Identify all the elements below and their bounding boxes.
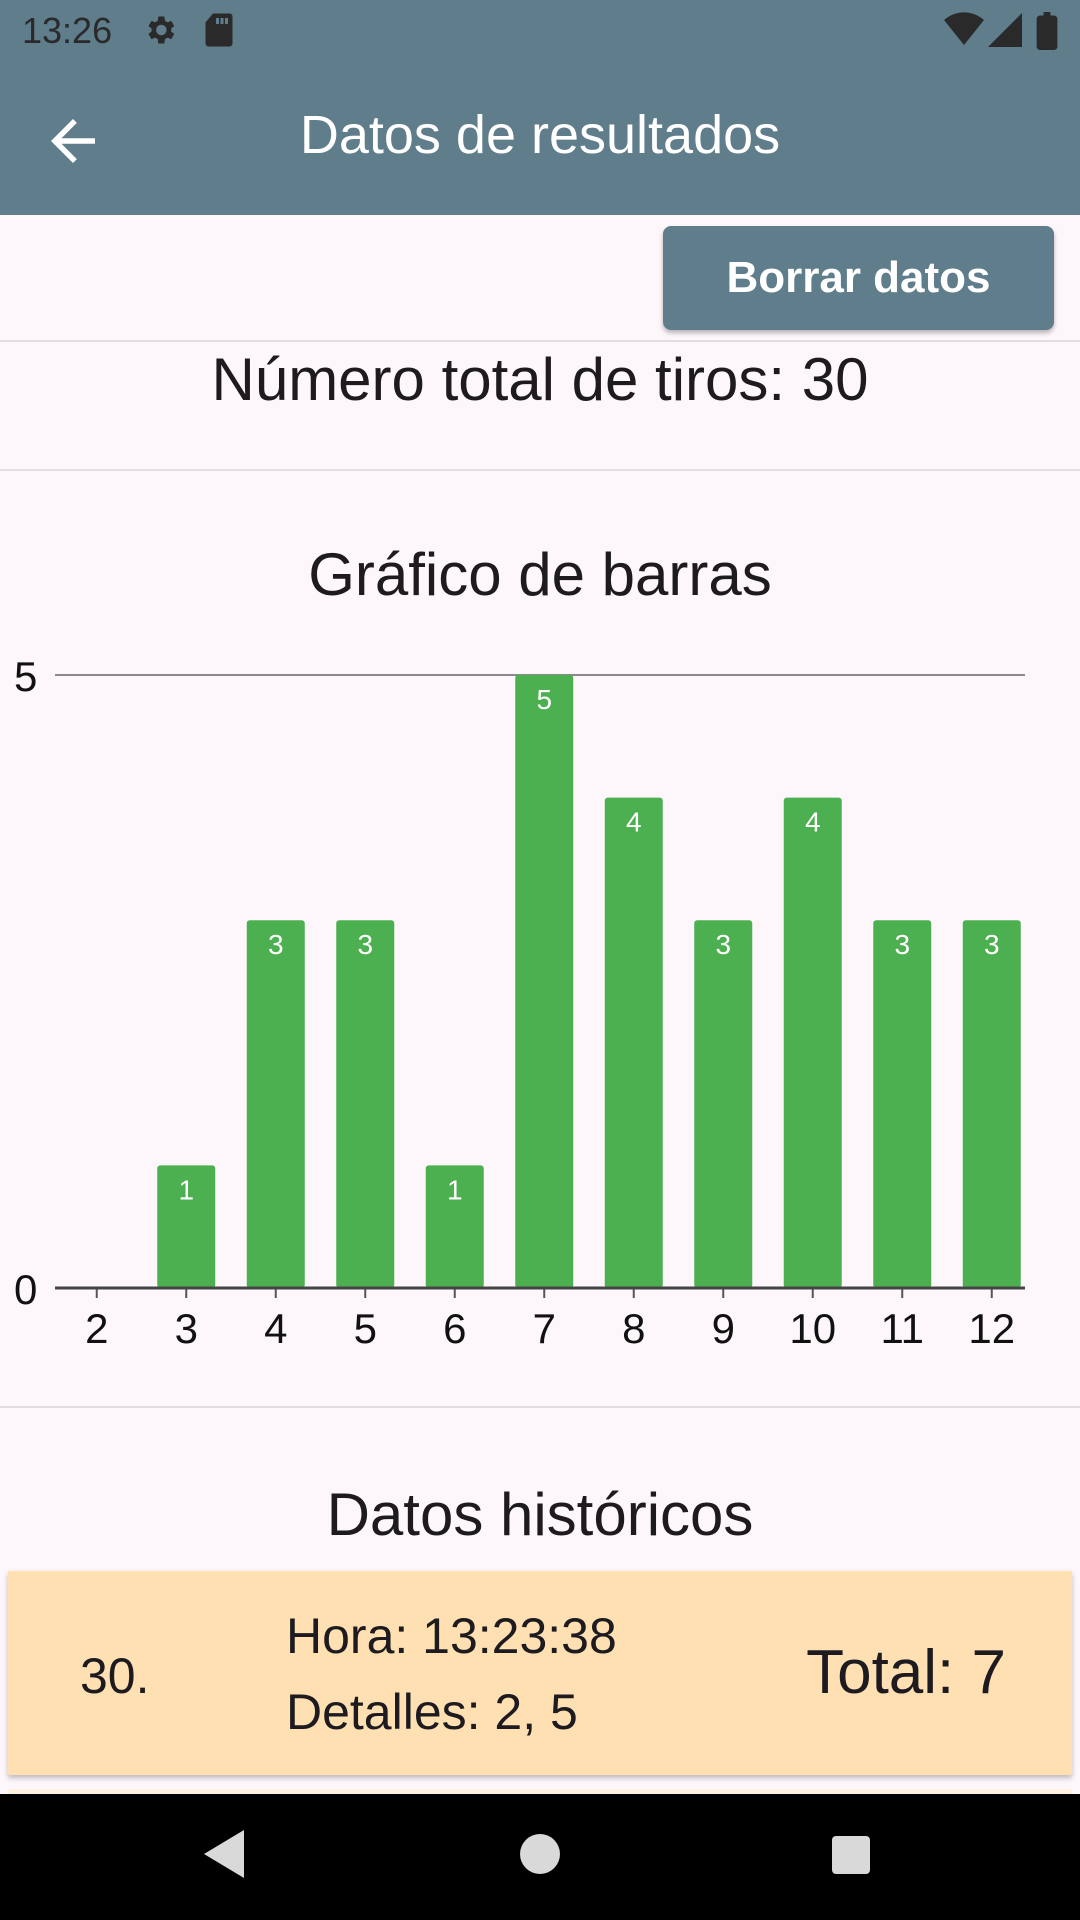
back-triangle-icon[interactable] (204, 1830, 244, 1878)
chart-bar (336, 920, 395, 1288)
history-entry-index: 30. (80, 1648, 150, 1704)
status-bar: 13:26 (0, 0, 1080, 64)
history-entry: 30. Hora: 13:23:38 Detalles: 2, 5 Total:… (8, 1571, 1072, 1775)
bar-value-label: 4 (626, 807, 642, 838)
bar-value-label: 3 (715, 929, 731, 960)
x-tick-label: 3 (175, 1305, 198, 1352)
chart-bar (962, 920, 1021, 1288)
bar-chart: 2 1 3 3 4 3 5 1 6 5 7 4 8 3 9 4 10 3 11 3 12 5 0 (14, 653, 1025, 1352)
total-throws-label: Número total de tiros: 30 (211, 346, 869, 413)
page-title: Datos de resultados (299, 105, 781, 165)
x-tick-label: 8 (622, 1305, 645, 1352)
bar-value-label: 3 (984, 929, 1000, 960)
recents-square-icon[interactable] (830, 1830, 872, 1878)
divider (0, 1406, 1080, 1408)
divider (0, 469, 1080, 471)
chart-bar (783, 797, 842, 1288)
home-circle-icon[interactable] (520, 1830, 560, 1878)
x-tick-label: 2 (85, 1305, 108, 1352)
divider (0, 340, 1080, 342)
y-tick-label: 5 (14, 653, 37, 700)
bar-value-label: 1 (178, 1174, 194, 1205)
y-tick-label: 0 (14, 1266, 37, 1313)
signal-icon (988, 13, 1022, 47)
chart-bar (246, 920, 305, 1288)
x-tick-label: 5 (354, 1305, 377, 1352)
x-tick-label: 10 (789, 1305, 836, 1352)
chart-bar (515, 675, 574, 1288)
sd-card-icon (205, 13, 233, 47)
chart-bar (604, 797, 663, 1288)
bar-value-label: 4 (805, 807, 821, 838)
gear-icon (148, 16, 175, 44)
chart-title: Gráfico de barras (308, 541, 772, 608)
clear-data-button[interactable]: Borrar datos (663, 226, 1054, 330)
navigation-bar (0, 1794, 1080, 1920)
x-tick-label: 12 (968, 1305, 1015, 1352)
history-title: Datos históricos (326, 1481, 754, 1548)
x-tick-label: 7 (533, 1305, 556, 1352)
bar-value-label: 1 (447, 1174, 463, 1205)
x-tick-label: 6 (443, 1305, 466, 1352)
x-tick-label: 4 (264, 1305, 287, 1352)
x-tick-label: 9 (712, 1305, 735, 1352)
chart-bar (873, 920, 932, 1288)
history-entry-total: Total: 7 (806, 1638, 1006, 1707)
status-time: 13:26 (22, 10, 113, 51)
wifi-icon (944, 12, 984, 45)
bar-value-label: 5 (536, 684, 552, 715)
x-tick-label: 11 (880, 1305, 924, 1352)
bar-value-label: 3 (894, 929, 910, 960)
bar-value-label: 3 (268, 929, 284, 960)
battery-icon (1036, 12, 1058, 50)
bar-value-label: 3 (357, 929, 373, 960)
chart-bar (694, 920, 753, 1288)
history-entry-details: Detalles: 2, 5 (286, 1684, 578, 1740)
app-bar: Datos de resultados (0, 64, 1080, 215)
history-entry-time: Hora: 13:23:38 (286, 1608, 617, 1664)
